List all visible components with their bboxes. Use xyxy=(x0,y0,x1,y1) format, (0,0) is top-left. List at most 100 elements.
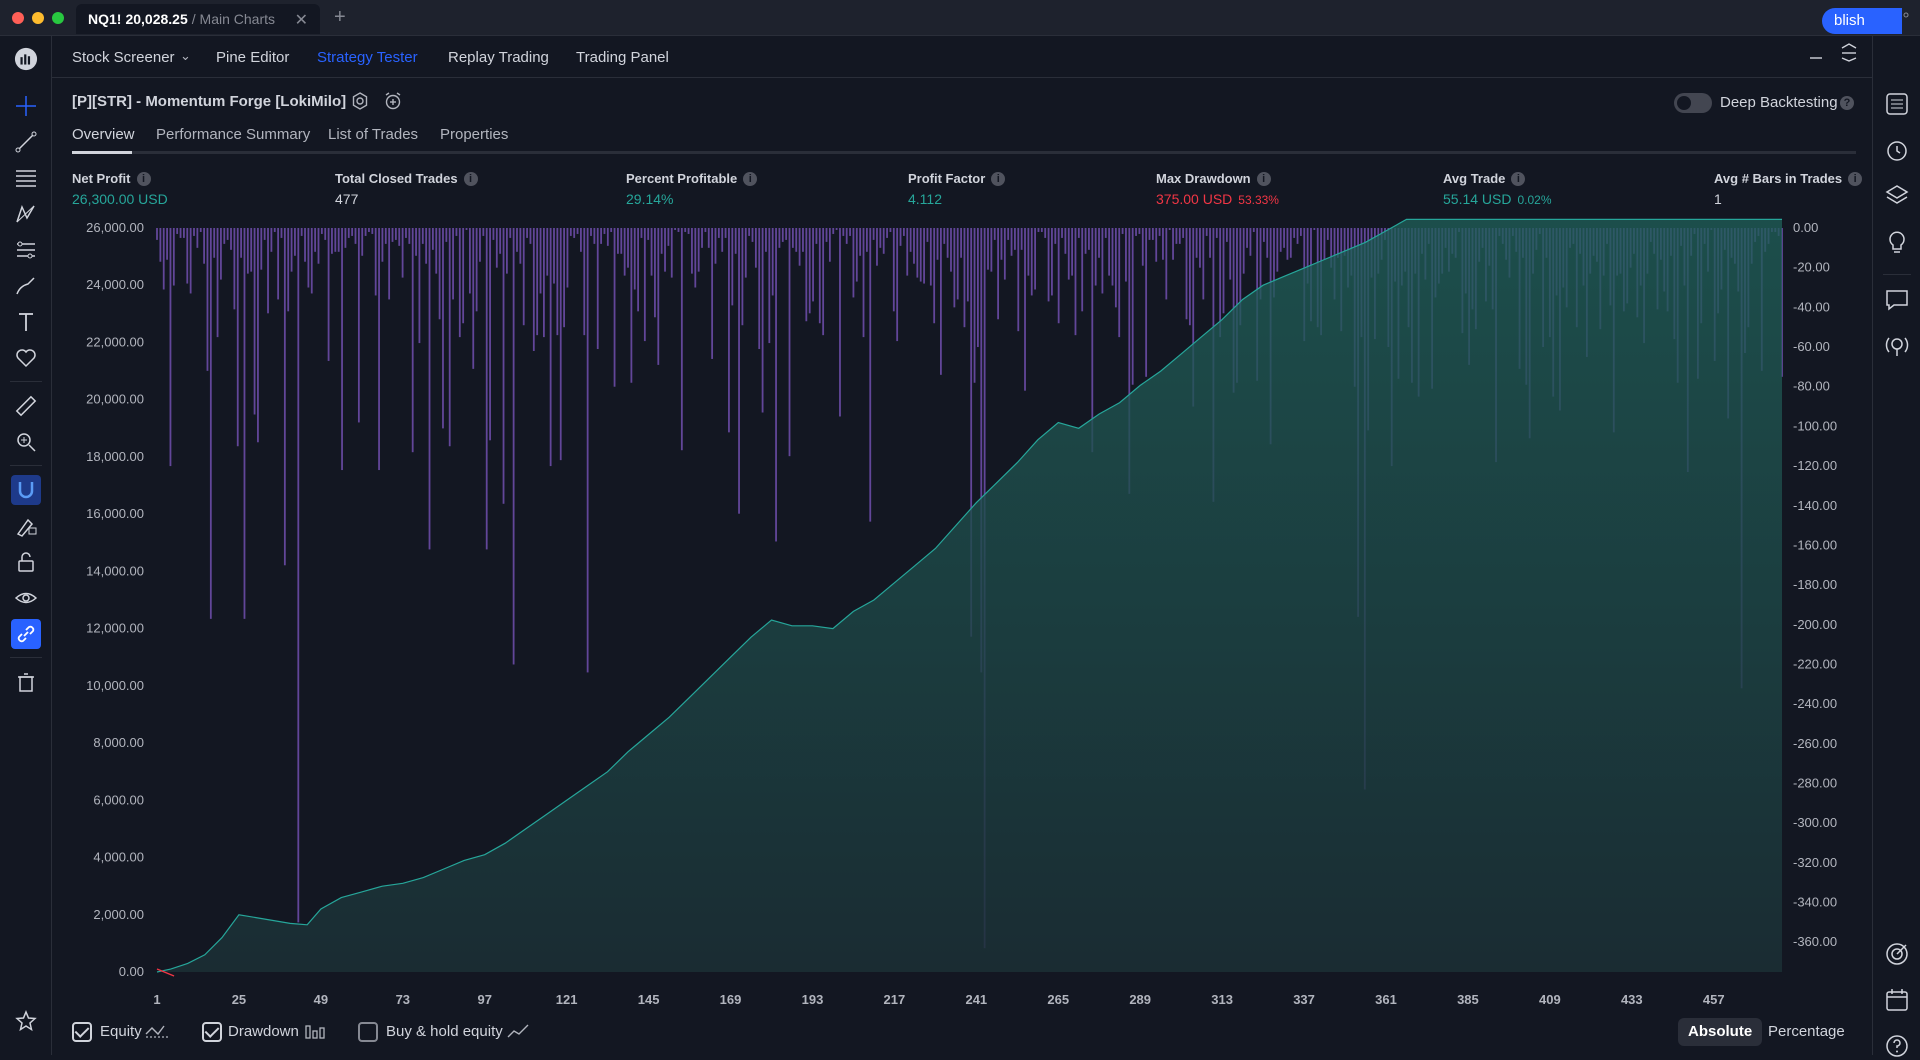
brush-icon[interactable] xyxy=(11,271,41,301)
menu-trading-panel[interactable]: Trading Panel xyxy=(576,49,669,66)
menu-stock-screener[interactable]: Stock Screener xyxy=(72,49,175,66)
drawdown-bar xyxy=(509,228,512,238)
alarm-icon[interactable] xyxy=(1883,136,1911,164)
y-left-tick-label: 12,000.00 xyxy=(86,621,144,636)
chevron-down-icon[interactable]: ⌄ xyxy=(180,48,191,64)
add-alert-icon[interactable] xyxy=(384,92,402,115)
drawdown-bar xyxy=(1125,228,1127,282)
drawdown-bar xyxy=(364,228,367,236)
info-icon[interactable]: i xyxy=(136,171,151,186)
info-icon[interactable]: i xyxy=(463,171,478,186)
tab-overview[interactable]: Overview xyxy=(72,126,135,143)
info-icon[interactable]: i xyxy=(1511,171,1526,186)
drawdown-bar xyxy=(569,228,572,236)
drawdown-bar xyxy=(1027,228,1030,276)
y-left-tick-label: 22,000.00 xyxy=(86,334,144,349)
minimize-window-button[interactable] xyxy=(32,12,44,24)
y-left-tick-label: 16,000.00 xyxy=(86,506,144,521)
new-tab-button[interactable]: + xyxy=(334,6,346,29)
y-left-tick-label: 4,000.00 xyxy=(93,850,144,865)
drawdown-bar xyxy=(230,228,232,250)
star-icon[interactable] xyxy=(11,1006,41,1036)
drawdown-bar xyxy=(600,228,602,244)
drawdown-bar xyxy=(929,228,932,286)
settings-icon[interactable] xyxy=(351,92,369,115)
drawdown-bar xyxy=(559,228,562,461)
fib-icon[interactable] xyxy=(11,163,41,193)
drawdown-bar xyxy=(674,228,677,230)
lock-drawing-icon[interactable] xyxy=(11,511,41,541)
unlock-icon[interactable] xyxy=(11,547,41,577)
layers-icon[interactable] xyxy=(1883,182,1911,210)
eye-icon[interactable] xyxy=(11,583,41,613)
pattern-icon[interactable] xyxy=(11,199,41,229)
drawdown-bar xyxy=(411,228,414,453)
drawdown-bar xyxy=(738,228,740,514)
drawdown-bar xyxy=(189,228,192,294)
metric-profit-factor: Profit Factor i 4.112 xyxy=(908,171,1006,207)
trash-icon[interactable] xyxy=(11,667,41,697)
maximize-panel-icon[interactable] xyxy=(1840,42,1858,66)
drawdown-bar xyxy=(778,228,781,248)
info-icon[interactable]: i xyxy=(743,171,758,186)
drawdown-checkbox[interactable] xyxy=(202,1022,222,1042)
magnet-icon[interactable] xyxy=(11,475,41,505)
menu-replay-trading[interactable]: Replay Trading xyxy=(448,49,549,66)
tab-performance-summary[interactable]: Performance Summary xyxy=(156,126,310,143)
buy-hold-checkbox[interactable] xyxy=(358,1022,378,1042)
ruler-icon[interactable] xyxy=(11,391,41,421)
drawdown-bar xyxy=(728,228,730,433)
menu-strategy-tester[interactable]: Strategy Tester xyxy=(317,49,418,66)
favorites-icon[interactable] xyxy=(11,343,41,373)
chat-icon[interactable] xyxy=(1883,286,1911,314)
drawdown-bar xyxy=(536,228,539,336)
equity-chart[interactable]: 26,000.00 24,000.00 22,000.00 20,000.00 18,0… xyxy=(52,218,1872,1018)
percentage-toggle[interactable]: Percentage xyxy=(1758,1018,1855,1046)
help-icon[interactable] xyxy=(1883,1032,1911,1060)
deep-backtesting-toggle[interactable] xyxy=(1674,93,1712,113)
trendline-icon[interactable] xyxy=(11,127,41,157)
tab-properties[interactable]: Properties xyxy=(440,126,508,143)
x-tick-label: 433 xyxy=(1621,992,1643,1007)
window-titlebar: NQ1! 20,028.25 / Main Charts ✕ + xyxy=(0,0,1920,36)
drawdown-bar xyxy=(431,228,434,250)
deep-backtesting-help-icon[interactable]: ? xyxy=(1840,96,1854,110)
menu-pine-editor[interactable]: Pine Editor xyxy=(216,49,289,66)
drawdown-bar xyxy=(711,228,714,359)
drawdown-bar xyxy=(253,228,256,415)
drawdown-bar xyxy=(287,228,290,312)
chart-tab[interactable]: NQ1! 20,028.25 / Main Charts ✕ xyxy=(76,4,320,34)
drawdown-bar xyxy=(731,228,734,306)
drawdown-bar xyxy=(563,228,565,328)
tab-close-icon[interactable]: ✕ xyxy=(295,10,308,30)
tab-list-of-trades[interactable]: List of Trades xyxy=(328,126,418,143)
watchlist-icon[interactable] xyxy=(1883,90,1911,118)
drawdown-bar xyxy=(546,228,549,276)
drawdown-bar xyxy=(549,228,552,467)
logo-icon[interactable] xyxy=(11,44,41,74)
absolute-toggle[interactable]: Absolute xyxy=(1678,1018,1763,1046)
streams-icon[interactable] xyxy=(1883,332,1911,360)
text-icon[interactable] xyxy=(11,307,41,337)
minimize-panel-icon[interactable] xyxy=(1808,42,1824,66)
drawdown-bar xyxy=(973,228,976,383)
target-icon[interactable] xyxy=(1883,940,1911,968)
x-tick-label: 73 xyxy=(396,992,410,1007)
ideas-icon[interactable] xyxy=(1883,228,1911,256)
info-icon[interactable]: i xyxy=(1256,171,1271,186)
drawdown-bar xyxy=(566,228,569,288)
zoom-window-button[interactable] xyxy=(52,12,64,24)
info-icon[interactable]: i xyxy=(991,171,1006,186)
close-window-button[interactable] xyxy=(12,12,24,24)
publish-button[interactable]: blish xyxy=(1822,8,1902,34)
equity-checkbox[interactable] xyxy=(72,1022,92,1042)
drawdown-bar xyxy=(1242,228,1245,274)
crosshair-icon[interactable] xyxy=(11,91,41,121)
forecast-icon[interactable] xyxy=(11,235,41,265)
zoom-icon[interactable] xyxy=(11,427,41,457)
drawdown-bar xyxy=(1047,228,1050,302)
chart-options-bar: Equity Drawdown Buy & hold equity Absolu… xyxy=(52,1018,1872,1055)
info-icon[interactable]: i xyxy=(1848,171,1863,186)
calendar-icon[interactable] xyxy=(1883,986,1911,1014)
link-icon[interactable] xyxy=(11,619,41,649)
